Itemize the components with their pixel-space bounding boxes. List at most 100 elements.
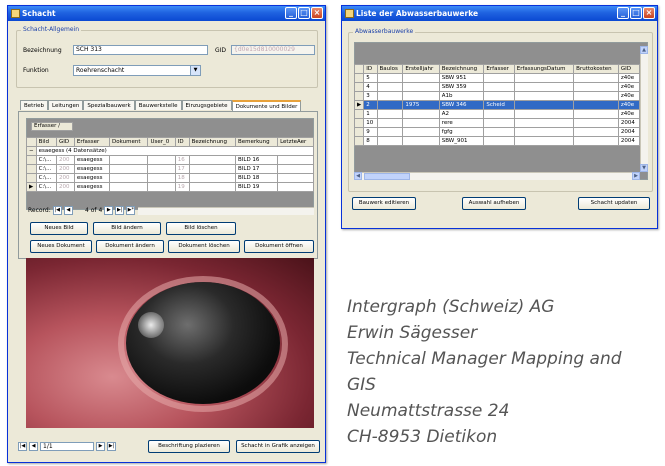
table-row[interactable]: 8 SBW_901 2004 bbox=[353, 136, 641, 146]
schacht-updaten-button[interactable]: Schacht updaten bbox=[578, 197, 650, 210]
cell-erfasser: esaegess bbox=[73, 182, 110, 192]
bauwerk-editieren-button[interactable]: Bauwerk editieren bbox=[352, 197, 416, 210]
column-header[interactable] bbox=[353, 64, 365, 74]
prev-record-icon[interactable]: ◀ bbox=[63, 206, 73, 215]
schacht-title: Schacht bbox=[22, 9, 56, 18]
bild-aendern-button[interactable]: Bild ändern bbox=[93, 222, 161, 235]
scroll-thumb[interactable] bbox=[364, 173, 410, 180]
row-selector bbox=[26, 164, 37, 174]
cell-baulos bbox=[376, 118, 404, 128]
tab-einzugsgebiete[interactable]: Einzugsgebiete bbox=[181, 100, 232, 110]
column-header-erfassungsdatum[interactable]: ErfassungsDatum bbox=[513, 64, 575, 74]
column-header-dokument[interactable]: Dokument bbox=[108, 137, 149, 147]
column-header-gid[interactable]: GID bbox=[56, 137, 75, 147]
table-row[interactable]: 10 rere 2004 bbox=[353, 118, 641, 128]
table-row[interactable]: ▶ C:\... 200 esaegess 19 BILD 19 bbox=[26, 182, 314, 192]
column-header-erfasser[interactable]: Erfasser bbox=[483, 64, 515, 74]
new-record-icon[interactable]: ▶* bbox=[126, 206, 136, 215]
column-header-bruttokosten[interactable]: Bruttokosten bbox=[573, 64, 619, 74]
erfasser-header-text: Erfasser bbox=[34, 123, 57, 129]
cell-bemerkung: BILD 16 bbox=[234, 155, 279, 165]
grid-vertical-scrollbar[interactable]: ▲ ▼ bbox=[640, 46, 648, 172]
tab-leitungen[interactable]: Leitungen bbox=[47, 100, 84, 110]
table-row[interactable]: 3 A1b z40e bbox=[353, 91, 641, 101]
dokument-aendern-button[interactable]: Dokument ändern bbox=[96, 240, 164, 253]
close-icon[interactable]: × bbox=[643, 7, 655, 19]
cell-erstelljahr bbox=[402, 82, 440, 92]
table-row[interactable]: C:\... 200 esaegess 17 BILD 17 bbox=[26, 164, 314, 174]
first-record-icon[interactable]: |◀ bbox=[52, 206, 62, 215]
cell-datum bbox=[513, 91, 575, 101]
maximize-icon[interactable]: □ bbox=[630, 7, 642, 19]
table-row[interactable]: 1 A2 z40e bbox=[353, 109, 641, 119]
bezeichnung-field[interactable]: SCH 313 bbox=[73, 45, 208, 55]
neues-dokument-button[interactable]: Neues Dokument bbox=[30, 240, 92, 253]
gid-field[interactable]: {d0e15d810000029 bbox=[231, 45, 315, 55]
column-header-bezeichnung[interactable]: Bezeichnung bbox=[188, 137, 236, 147]
chevron-down-icon[interactable]: ▼ bbox=[190, 66, 200, 75]
liste-titlebar[interactable]: Liste der Abwasserbauwerke _ □ × bbox=[342, 6, 657, 21]
record-current[interactable]: 4 bbox=[75, 207, 89, 214]
grid-horizontal-scrollbar[interactable]: ◀ ▶ bbox=[354, 172, 640, 180]
maximize-icon[interactable]: □ bbox=[298, 7, 310, 19]
tab-spezialbauwerk[interactable]: Spezialbauwerk bbox=[83, 100, 135, 110]
column-header-user[interactable]: User_0 bbox=[147, 137, 176, 147]
table-row[interactable]: 9 fgfg 2004 bbox=[353, 127, 641, 137]
table-row[interactable]: 5 SBW 951 z40e bbox=[353, 73, 641, 83]
scroll-right-icon[interactable]: ▶ bbox=[632, 172, 640, 180]
scroll-left-icon[interactable]: ◀ bbox=[354, 172, 362, 180]
table-row[interactable]: 4 SBW 359 z40e bbox=[353, 82, 641, 92]
close-icon[interactable]: × bbox=[311, 7, 323, 19]
column-header-erstelljahr[interactable]: Erstelljahr bbox=[402, 64, 440, 74]
last-page-icon[interactable]: ▶| bbox=[107, 442, 116, 451]
expand-icon[interactable]: − bbox=[26, 146, 37, 156]
next-page-icon[interactable]: ▶ bbox=[96, 442, 105, 451]
schacht-titlebar[interactable]: Schacht _ □ × bbox=[8, 6, 325, 21]
cell-bezeichnung bbox=[188, 155, 236, 165]
column-header-bezeichnung[interactable]: Bezeichnung bbox=[438, 64, 485, 74]
column-header-letzteaer[interactable]: LetzteAer bbox=[277, 137, 314, 147]
bild-loeschen-button[interactable]: Bild löschen bbox=[166, 222, 236, 235]
neues-bild-button[interactable]: Neues Bild bbox=[30, 222, 88, 235]
scroll-up-icon[interactable]: ▲ bbox=[640, 46, 648, 54]
schacht-in-grafik-button[interactable]: Schacht in Grafik anzeigen bbox=[236, 440, 320, 453]
minimize-icon[interactable]: _ bbox=[617, 7, 629, 19]
erfasser-group-header[interactable]: Erfasser / bbox=[31, 122, 73, 131]
dokument-oeffnen-button[interactable]: Dokument öffnen bbox=[244, 240, 314, 253]
column-header-baulos[interactable]: Baulos bbox=[376, 64, 404, 74]
scroll-down-icon[interactable]: ▼ bbox=[640, 164, 648, 172]
column-header-bild[interactable]: Bild bbox=[35, 137, 58, 147]
cell-kosten bbox=[573, 91, 619, 101]
first-page-icon[interactable]: |◀ bbox=[18, 442, 27, 451]
tab-bauwerkstelle[interactable]: Bauwerkstelle bbox=[134, 100, 182, 110]
next-record-icon[interactable]: ▶ bbox=[104, 206, 114, 215]
tab-dokumente-und-bilder[interactable]: Dokumente und Bilder bbox=[231, 100, 302, 111]
group-row[interactable]: − esaegess (4 Datensätze) bbox=[26, 146, 315, 156]
table-row[interactable]: C:\... 200 esaegess 18 BILD 18 bbox=[26, 173, 314, 183]
cell-erfasser bbox=[483, 73, 515, 83]
tab-betrieb[interactable]: Betrieb bbox=[20, 100, 48, 110]
cell-kosten bbox=[573, 82, 619, 92]
dokument-loeschen-button[interactable]: Dokument löschen bbox=[168, 240, 240, 253]
minimize-icon[interactable]: _ bbox=[285, 7, 297, 19]
column-header-erfasser[interactable]: Erfasser bbox=[73, 137, 110, 147]
cell-bezeichnung: SBW 359 bbox=[438, 82, 485, 92]
last-record-icon[interactable]: ▶| bbox=[115, 206, 125, 215]
column-header-id[interactable]: ID bbox=[363, 64, 378, 74]
cell-bezeichnung: rere bbox=[438, 118, 485, 128]
column-header-gid[interactable]: GID bbox=[617, 64, 641, 74]
column-header-bemerkung[interactable]: Bemerkung bbox=[234, 137, 279, 147]
funktion-select[interactable]: Roehrenschacht ▼ bbox=[73, 65, 201, 76]
grid-horizontal-scrollbar[interactable] bbox=[138, 207, 314, 215]
cell-gid: 2004 bbox=[617, 118, 641, 128]
beschriftung-plazieren-button[interactable]: Beschriftung plazieren bbox=[148, 440, 230, 453]
column-header[interactable] bbox=[26, 137, 37, 147]
cell-baulos bbox=[376, 127, 404, 137]
prev-page-icon[interactable]: ◀ bbox=[29, 442, 38, 451]
cell-dokument bbox=[108, 182, 149, 192]
table-row[interactable]: C:\... 200 esaegess 16 BILD 16 bbox=[26, 155, 314, 165]
column-header-id[interactable]: ID bbox=[174, 137, 190, 147]
cell-erfasser bbox=[483, 82, 515, 92]
auswahl-aufheben-button[interactable]: Auswahl aufheben bbox=[462, 197, 526, 210]
table-row-selected[interactable]: ▶ 2 1975 SBW 346 Scheid z40e bbox=[353, 100, 641, 110]
